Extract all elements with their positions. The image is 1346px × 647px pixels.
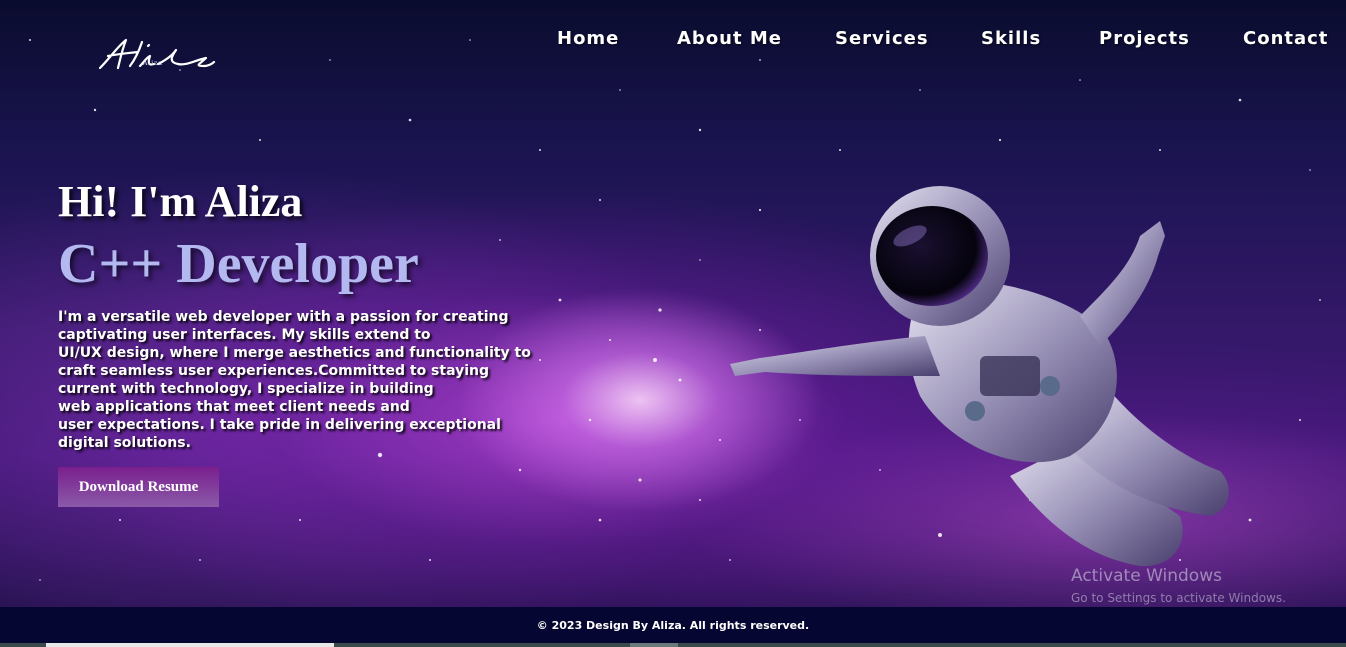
bio-line: captivating user interfaces. My skills e…	[58, 327, 431, 343]
bio-line: craft seamless user experiences.Committe…	[58, 363, 490, 379]
taskbar-segment	[630, 643, 678, 647]
bio-line: current with technology, I specialize in…	[58, 381, 434, 397]
download-resume-button[interactable]: Download Resume	[58, 467, 219, 507]
hero-greeting: Hi! I'm Aliza	[58, 177, 303, 226]
activate-windows-title: Activate Windows	[1071, 566, 1222, 586]
bio-line: user expectations. I take pride in deliv…	[58, 417, 501, 433]
nav-about-me[interactable]: About Me	[677, 28, 782, 49]
bio-line: I'm a versatile web developer with a pas…	[58, 309, 509, 325]
astronaut-illustration	[730, 186, 1229, 567]
main-nav: Home About Me Services Skills Projects C…	[0, 28, 1346, 52]
bottom-strip	[0, 643, 1346, 647]
footer: © 2023 Design By Aliza. All rights reser…	[0, 607, 1346, 643]
bio-line: digital solutions.	[58, 435, 191, 451]
nav-skills[interactable]: Skills	[981, 28, 1041, 49]
hero-role: C++ Developer	[58, 233, 419, 295]
nav-projects[interactable]: Projects	[1099, 28, 1190, 49]
nav-home[interactable]: Home	[557, 28, 619, 49]
activate-windows-subtitle: Go to Settings to activate Windows.	[1071, 591, 1286, 605]
logo-subtitle: Aliza	[143, 60, 163, 67]
nav-services[interactable]: Services	[835, 28, 929, 49]
taskbar-segment	[46, 643, 334, 647]
footer-copyright: © 2023 Design By Aliza. All rights reser…	[536, 618, 810, 632]
hero-bio: I'm a versatile web developer with a pas…	[58, 308, 531, 452]
bio-line: UI/UX design, where I merge aesthetics a…	[58, 345, 531, 361]
bio-line: web applications that meet client needs …	[58, 399, 410, 415]
nav-contact[interactable]: Contact	[1243, 28, 1328, 49]
